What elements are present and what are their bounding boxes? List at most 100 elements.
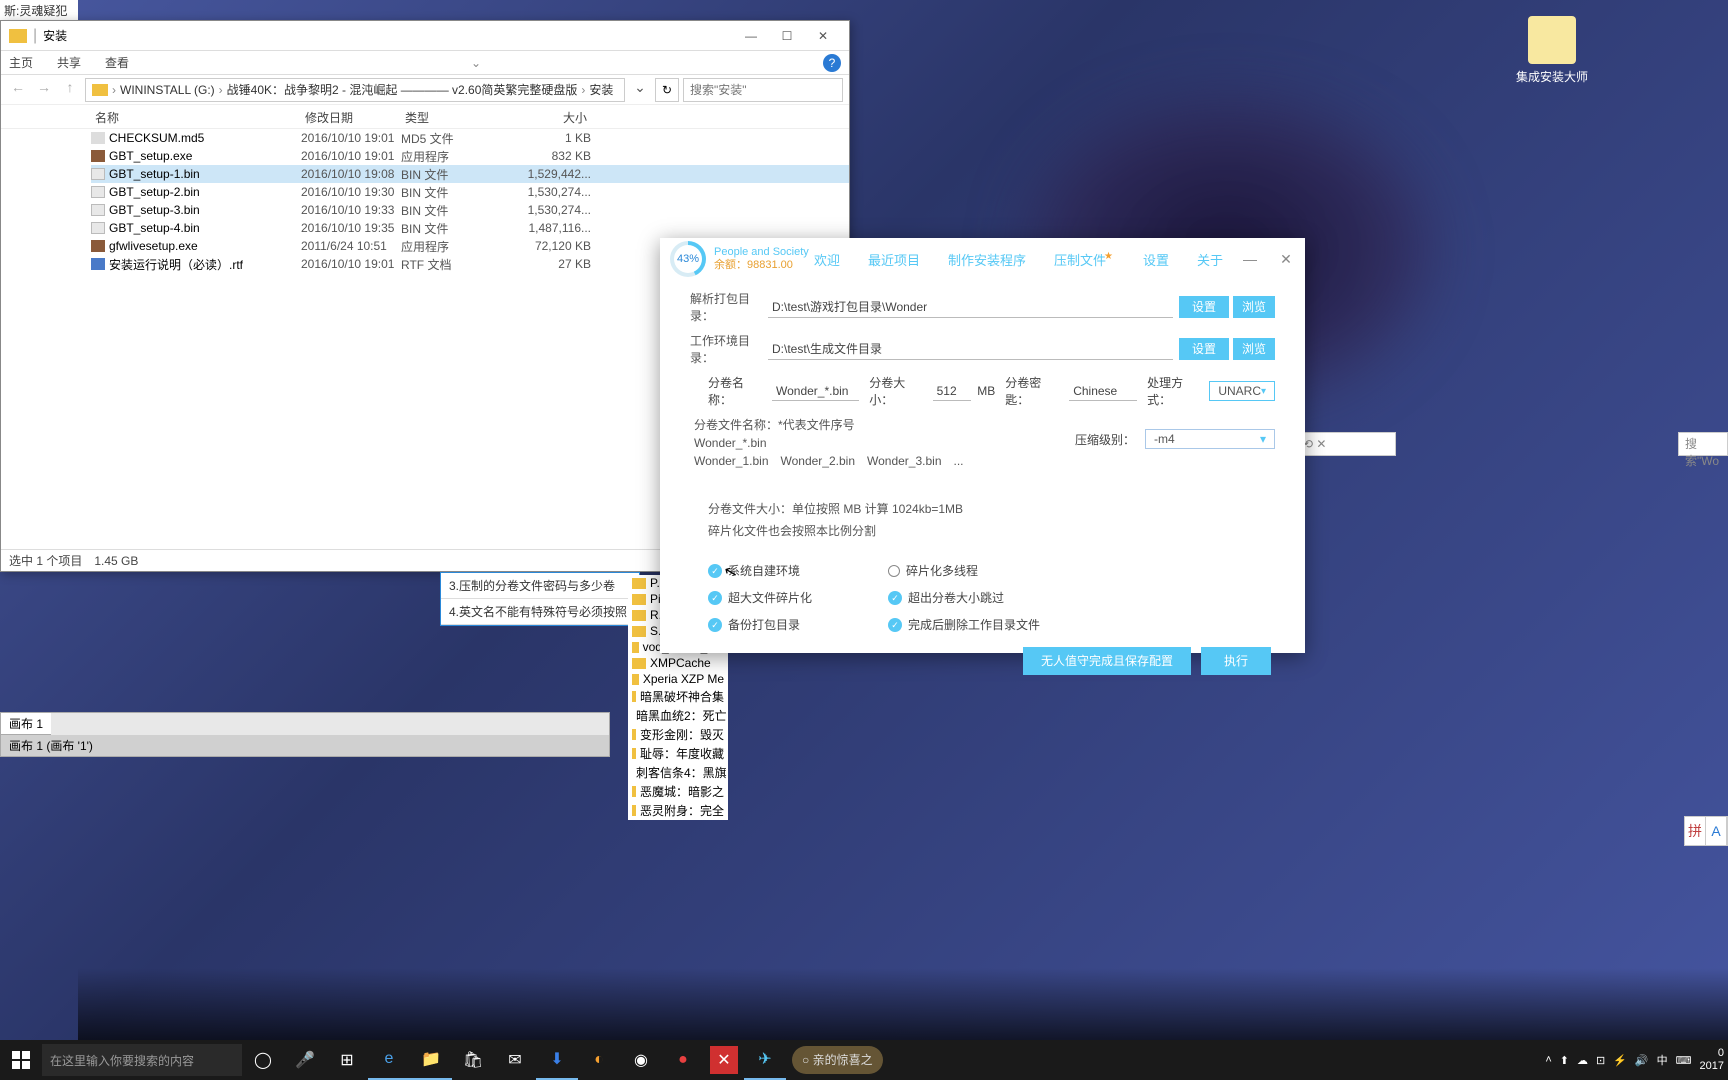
set-button[interactable]: 设置 bbox=[1179, 338, 1229, 360]
parse-dir-input[interactable]: D:\test\游戏打包目录\Wonder bbox=[768, 296, 1173, 318]
opt-backup[interactable]: ✓备份打包目录 bbox=[708, 616, 848, 633]
tray-up-icon[interactable]: ˄ bbox=[1545, 1054, 1551, 1066]
list-item[interactable]: 暗黑破坏神合集 bbox=[628, 687, 728, 706]
ribbon-collapse[interactable]: ⌄ bbox=[471, 56, 481, 70]
breadcrumb-item[interactable]: 战锤40K：战争黎明2 - 混沌崛起 ———— v2.60简英繁完整硬盘版 bbox=[227, 81, 578, 98]
volume-icon[interactable]: 🔊 bbox=[1635, 1054, 1649, 1067]
file-row[interactable]: CHECKSUM.md5 2016/10/10 19:01 MD5 文件 1 K… bbox=[91, 129, 849, 147]
list-item[interactable]: 恶灵附身：完全 bbox=[628, 801, 728, 820]
opt-multithread[interactable]: 碎片化多线程 bbox=[888, 562, 1068, 579]
browse-button[interactable]: 浏览 bbox=[1233, 338, 1275, 360]
file-row[interactable]: GBT_setup.exe 2016/10/10 19:01 应用程序 832 … bbox=[91, 147, 849, 165]
mic-icon[interactable]: 🎤 bbox=[284, 1040, 326, 1080]
minimize-button[interactable]: — bbox=[1241, 251, 1259, 267]
execute-button[interactable]: 执行 bbox=[1201, 647, 1271, 675]
search-input[interactable] bbox=[683, 78, 843, 102]
breadcrumb-item[interactable]: WININSTALL (G:) bbox=[120, 83, 215, 97]
pinyin-icon[interactable]: 拼 bbox=[1685, 817, 1706, 845]
network-icon[interactable]: ⚡ bbox=[1613, 1054, 1627, 1067]
app-icon[interactable]: ◐ bbox=[578, 1040, 620, 1080]
list-item[interactable]: 刺客信条4：黑旗 bbox=[628, 763, 728, 782]
task-view-icon[interactable]: ⊞ bbox=[326, 1040, 368, 1080]
app-titlebar[interactable]: 43% People and Society 余额：98831.00 欢迎 最近… bbox=[660, 238, 1305, 280]
set-button[interactable]: 设置 bbox=[1179, 296, 1229, 318]
process-select[interactable]: UNARC▾ bbox=[1209, 381, 1275, 401]
tray-icon[interactable]: ☁ bbox=[1577, 1054, 1588, 1067]
refresh-button-2[interactable]: ⟲ ✕ bbox=[1296, 432, 1396, 456]
nav-compress[interactable]: 压制文件★ bbox=[1054, 250, 1115, 269]
taskbar-pill[interactable]: ○ 亲的惊喜之 bbox=[792, 1046, 883, 1074]
maximize-button[interactable]: ☐ bbox=[769, 26, 805, 46]
ime-icon[interactable]: 中 bbox=[1657, 1052, 1668, 1068]
tab-share[interactable]: 共享 bbox=[57, 54, 81, 71]
nav-settings[interactable]: 设置 bbox=[1143, 250, 1169, 269]
refresh-button[interactable]: ↻ bbox=[655, 78, 679, 102]
vol-name-input[interactable]: Wonder_*.bin bbox=[772, 382, 859, 401]
breadcrumb[interactable]: › WININSTALL (G:) › 战锤40K：战争黎明2 - 混沌崛起 —… bbox=[85, 78, 625, 102]
titlebar[interactable]: | 安装 — ☐ ✕ bbox=[1, 21, 849, 51]
minimize-button[interactable]: — bbox=[733, 26, 769, 46]
file-row[interactable]: GBT_setup-2.bin 2016/10/10 19:30 BIN 文件 … bbox=[91, 183, 849, 201]
up-button[interactable]: ↑ bbox=[59, 79, 81, 101]
tab-home[interactable]: 主页 bbox=[9, 54, 33, 71]
app-icon-2[interactable]: ◉ bbox=[620, 1040, 662, 1080]
back-button[interactable]: ← bbox=[7, 79, 29, 101]
help-icon[interactable]: ? bbox=[823, 54, 841, 72]
file-row[interactable]: GBT_setup-1.bin 2016/10/10 19:08 BIN 文件 … bbox=[91, 165, 849, 183]
breadcrumb-sep: › bbox=[219, 83, 223, 97]
file-date: 2016/10/10 19:08 bbox=[301, 167, 401, 181]
desktop-shortcut[interactable]: 集成安装大师 bbox=[1516, 16, 1588, 85]
nav-make-installer[interactable]: 制作安装程序 bbox=[948, 250, 1026, 269]
nav-about[interactable]: 关于 bbox=[1197, 250, 1223, 269]
vol-pwd-input[interactable]: Chinese bbox=[1069, 382, 1137, 401]
tree-item[interactable]: 斯:灵魂疑犯 bbox=[0, 0, 78, 21]
app-subtitle: People and Society bbox=[714, 246, 809, 259]
opt-skip-oversize[interactable]: ✓超出分卷大小跳过 bbox=[888, 589, 1068, 606]
col-name[interactable]: 名称 bbox=[91, 105, 301, 128]
col-size[interactable]: 大小 bbox=[491, 105, 591, 128]
tray-icon[interactable]: ⊡ bbox=[1596, 1054, 1605, 1067]
nav-welcome[interactable]: 欢迎 bbox=[814, 250, 840, 269]
col-type[interactable]: 类型 bbox=[401, 105, 491, 128]
auto-save-button[interactable]: 无人值守完成且保存配置 bbox=[1023, 647, 1191, 675]
opt-sys-env[interactable]: ✓系统自建环境 bbox=[708, 562, 848, 579]
breadcrumb-item[interactable]: 安装 bbox=[589, 81, 613, 98]
opt-fragment[interactable]: ✓超大文件碎片化 bbox=[708, 589, 848, 606]
list-item[interactable]: 耻辱：年度收藏 bbox=[628, 744, 728, 763]
col-date[interactable]: 修改日期 bbox=[301, 105, 401, 128]
mail-icon[interactable]: ✉ bbox=[494, 1040, 536, 1080]
forward-button[interactable]: → bbox=[33, 79, 55, 101]
file-row[interactable]: GBT_setup-3.bin 2016/10/10 19:33 BIN 文件 … bbox=[91, 201, 849, 219]
edge-icon[interactable]: e bbox=[368, 1040, 410, 1080]
thunder-icon[interactable]: ⬇ bbox=[536, 1040, 578, 1080]
work-dir-input[interactable]: D:\test\生成文件目录 bbox=[768, 338, 1173, 360]
record-icon[interactable]: ● bbox=[662, 1040, 704, 1080]
browse-button[interactable]: 浏览 bbox=[1233, 296, 1275, 318]
cortana-icon[interactable]: ◯ bbox=[242, 1040, 284, 1080]
search-input-2[interactable]: 搜索"Wo bbox=[1678, 432, 1728, 456]
close-button[interactable]: ✕ bbox=[1277, 251, 1295, 268]
compress-select[interactable]: -m4▾ bbox=[1145, 429, 1275, 449]
vol-size-input[interactable]: 512 bbox=[933, 382, 972, 401]
taskbar-search[interactable]: 在这里输入你要搜索的内容 bbox=[42, 1044, 242, 1076]
app-icon-3[interactable]: ✕ bbox=[710, 1046, 738, 1074]
input-mode-panel[interactable]: 拼 A bbox=[1684, 816, 1728, 846]
keyboard-icon[interactable]: ⌨ bbox=[1676, 1054, 1692, 1067]
list-item[interactable]: 暗黑血统2：死亡 bbox=[628, 706, 728, 725]
tab-view[interactable]: 查看 bbox=[105, 54, 129, 71]
history-dropdown[interactable]: ⌄ bbox=[629, 79, 651, 101]
nav-recent[interactable]: 最近项目 bbox=[868, 250, 920, 269]
explorer-icon[interactable]: 📁 bbox=[410, 1040, 452, 1080]
close-button[interactable]: ✕ bbox=[805, 26, 841, 46]
letter-a-icon[interactable]: A bbox=[1706, 817, 1727, 845]
canvas-tab[interactable]: 画布 1 bbox=[1, 713, 51, 735]
opt-cleanup[interactable]: ✓完成后删除工作目录文件 bbox=[888, 616, 1068, 633]
list-item[interactable]: 变形金刚：毁灭 bbox=[628, 725, 728, 744]
start-button[interactable] bbox=[0, 1040, 42, 1080]
install-master-icon[interactable]: ✈ bbox=[744, 1040, 786, 1080]
clock[interactable]: 0 2017 bbox=[1700, 1047, 1724, 1073]
file-row[interactable]: GBT_setup-4.bin 2016/10/10 19:35 BIN 文件 … bbox=[91, 219, 849, 237]
list-item[interactable]: 恶魔城：暗影之 bbox=[628, 782, 728, 801]
store-icon[interactable]: 🛍 bbox=[452, 1040, 494, 1080]
tray-icon[interactable]: ⬆ bbox=[1560, 1054, 1569, 1067]
